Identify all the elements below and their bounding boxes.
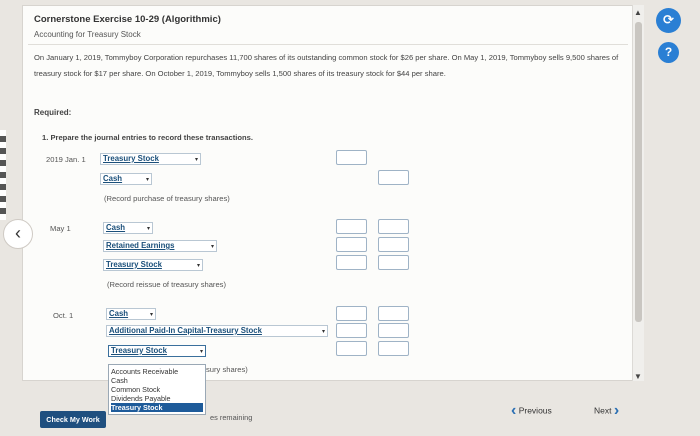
account-select-oct-1[interactable]: Cash ▾ <box>106 308 156 320</box>
entry-note-may: (Record reissue of treasury shares) <box>107 280 227 289</box>
credit-amount-oct-3[interactable] <box>378 341 409 356</box>
refresh-icon[interactable]: ⟳ <box>656 8 681 33</box>
credit-amount-oct-1[interactable] <box>378 306 409 321</box>
scroll-down-icon[interactable]: ▼ <box>634 372 642 381</box>
account-select-may-3[interactable]: Treasury Stock ▾ <box>103 259 203 271</box>
dropdown-option[interactable]: Dividends Payable <box>111 394 203 403</box>
back-arrow-icon[interactable]: ‹ <box>3 219 33 249</box>
chevron-down-icon: ▾ <box>210 244 214 250</box>
chevron-down-icon: ▾ <box>145 177 149 183</box>
left-edge-strip <box>0 130 6 220</box>
next-button[interactable]: Next › <box>594 402 619 420</box>
header-divider <box>28 44 628 45</box>
debit-amount-jan-1[interactable] <box>336 150 367 165</box>
scrollbar-thumb[interactable] <box>635 22 642 322</box>
account-select-label: Cash <box>103 174 123 183</box>
credit-amount-jan-2[interactable] <box>378 170 409 185</box>
account-select-jan-2[interactable]: Cash ▾ <box>100 173 152 185</box>
previous-button[interactable]: ‹ Previous <box>511 402 552 420</box>
account-select-oct-2[interactable]: Additional Paid-In Capital-Treasury Stoc… <box>106 325 328 337</box>
credit-amount-may-3[interactable] <box>378 255 409 270</box>
chevron-right-icon: › <box>613 402 620 419</box>
debit-amount-oct-3[interactable] <box>336 341 367 356</box>
account-select-label: Retained Earnings <box>106 241 175 250</box>
account-select-label: Treasury Stock <box>111 346 167 355</box>
attempts-remaining: es remaining <box>210 413 253 422</box>
entry-date-oct: Oct. 1 <box>53 311 74 320</box>
account-select-may-2[interactable]: Retained Earnings ▾ <box>103 240 217 252</box>
credit-amount-may-2[interactable] <box>378 237 409 252</box>
dropdown-option[interactable]: Accounts Receivable <box>111 367 203 376</box>
entry-note-jan: (Record purchase of treasury shares) <box>104 194 230 203</box>
account-select-label: Cash <box>109 309 129 318</box>
account-select-label: Additional Paid-In Capital-Treasury Stoc… <box>109 326 262 335</box>
help-icon[interactable]: ? <box>658 42 679 63</box>
account-select-oct-3[interactable]: Treasury Stock ▾ <box>108 345 206 357</box>
chevron-down-icon: ▾ <box>146 226 150 232</box>
chevron-down-icon: ▾ <box>194 157 198 163</box>
exercise-subtitle: Accounting for Treasury Stock <box>34 30 141 39</box>
required-label: Required: <box>34 108 72 117</box>
dropdown-option-selected[interactable]: Treasury Stock <box>111 403 203 412</box>
account-select-label: Treasury Stock <box>106 260 162 269</box>
chevron-down-icon: ▾ <box>199 349 203 355</box>
account-dropdown-menu[interactable]: Accounts Receivable Cash Common Stock Di… <box>108 364 206 415</box>
account-select-jan-1[interactable]: Treasury Stock ▾ <box>100 153 201 165</box>
debit-amount-oct-2[interactable] <box>336 323 367 338</box>
dropdown-option[interactable]: Common Stock <box>111 385 203 394</box>
chevron-down-icon: ▾ <box>149 312 153 318</box>
next-label: Next <box>594 405 612 416</box>
exercise-title: Cornerstone Exercise 10-29 (Algorithmic) <box>34 14 221 25</box>
previous-label: Previous <box>518 405 552 416</box>
entry-date-jan: 2019 Jan. 1 <box>46 155 86 164</box>
account-select-label: Treasury Stock <box>103 154 159 163</box>
chevron-left-icon: ‹ <box>511 402 517 419</box>
instruction-text: 1. Prepare the journal entries to record… <box>42 133 254 142</box>
entry-date-may: May 1 <box>50 224 71 233</box>
debit-amount-may-2[interactable] <box>336 237 367 252</box>
debit-amount-may-3[interactable] <box>336 255 367 270</box>
debit-amount-may-1[interactable] <box>336 219 367 234</box>
problem-text: On January 1, 2019, Tommyboy Corporation… <box>34 53 619 78</box>
entry-note-oct-partial: sury shares) <box>206 365 248 374</box>
chevron-down-icon: ▾ <box>321 329 325 335</box>
account-select-label: Cash <box>106 223 126 232</box>
credit-amount-may-1[interactable] <box>378 219 409 234</box>
scroll-up-icon[interactable]: ▲ <box>634 8 642 17</box>
credit-amount-oct-2[interactable] <box>378 323 409 338</box>
debit-amount-oct-1[interactable] <box>336 306 367 321</box>
chevron-down-icon: ▾ <box>196 263 200 269</box>
account-select-may-1[interactable]: Cash ▾ <box>103 222 153 234</box>
dropdown-option[interactable]: Cash <box>111 376 203 385</box>
check-my-work-button[interactable]: Check My Work <box>40 411 106 428</box>
